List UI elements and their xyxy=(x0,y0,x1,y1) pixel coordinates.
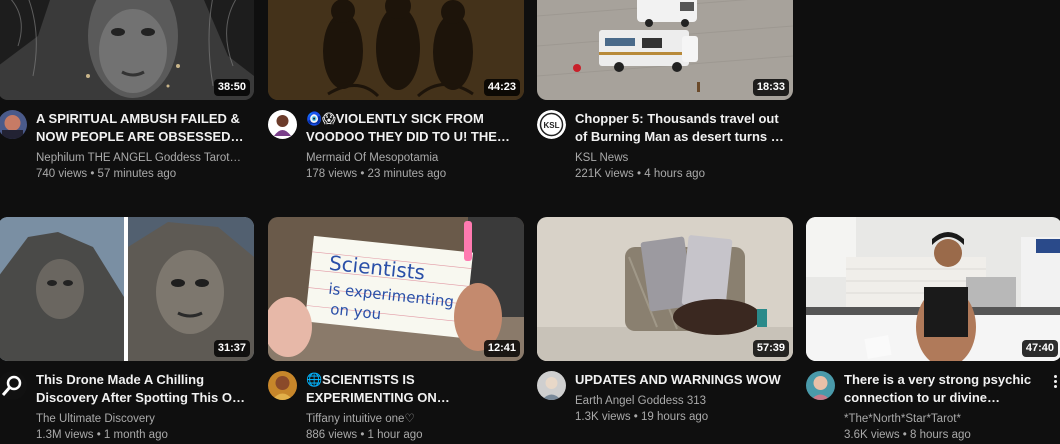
channel-name[interactable]: KSL News xyxy=(575,150,793,166)
channel-name[interactable]: Nephilum THE ANGEL Goddess Tarot… xyxy=(36,150,254,166)
video-stats: 221K views • 4 hours ago xyxy=(575,168,705,180)
video-card[interactable]: 31:37 This Drone Made A Chilling Discove… xyxy=(0,217,254,443)
video-card[interactable]: 18:33 KSL Chopper 5: Thousands travel ou… xyxy=(537,0,793,182)
channel-avatar[interactable] xyxy=(0,110,27,139)
video-title[interactable]: Chopper 5: Thousands travel out of Burni… xyxy=(575,110,793,146)
video-title[interactable]: 🌐SCIENTISTS IS EXPERIMENTING ON… xyxy=(306,371,524,407)
video-thumbnail[interactable]: 57:39 xyxy=(537,217,793,361)
channel-name[interactable]: The Ultimate Discovery xyxy=(36,411,254,427)
ksl-logo: KSL xyxy=(544,121,560,130)
video-thumbnail[interactable]: 31:37 xyxy=(0,217,254,361)
video-stats: 886 views • 1 hour ago xyxy=(306,429,423,441)
video-duration: 12:41 xyxy=(483,340,520,357)
video-title[interactable]: A SPIRITUAL AMBUSH FAILED & NOW PEOPLE A… xyxy=(36,110,254,146)
video-thumbnail[interactable]: Scientists is experimenting on you 12:41 xyxy=(268,217,524,361)
video-stats: 178 views • 23 minutes ago xyxy=(306,168,447,180)
video-stats: 3.6K views • 8 hours ago xyxy=(844,429,971,441)
video-stats: 740 views • 57 minutes ago xyxy=(36,168,177,180)
video-duration: 44:23 xyxy=(483,79,520,96)
video-thumbnail[interactable]: 44:23 xyxy=(268,0,524,100)
video-card[interactable]: 47:40 There is a very strong psychic con… xyxy=(806,217,1060,443)
video-stats: 1.3M views • 1 month ago xyxy=(36,429,168,441)
video-title[interactable]: 🧿😱VIOLENTLY SICK FROM VOODOO THEY DID TO… xyxy=(306,110,524,146)
channel-name[interactable]: Mermaid Of Mesopotamia xyxy=(306,150,524,166)
video-card[interactable]: 38:50 A SPIRITUAL AMBUSH FAILED & NOW PE… xyxy=(0,0,254,182)
video-duration: 31:37 xyxy=(213,340,250,357)
video-title[interactable]: UPDATES AND WARNINGS WOW xyxy=(575,371,793,389)
channel-avatar[interactable] xyxy=(268,371,297,400)
video-title[interactable]: This Drone Made A Chilling Discovery Aft… xyxy=(36,371,254,407)
thumbnail-image xyxy=(806,217,1060,361)
channel-avatar[interactable] xyxy=(268,110,297,139)
channel-avatar[interactable] xyxy=(537,371,566,400)
video-duration: 38:50 xyxy=(213,79,250,96)
video-thumbnail[interactable]: 38:50 xyxy=(0,0,254,100)
video-thumbnail[interactable]: 47:40 xyxy=(806,217,1060,361)
video-duration: 47:40 xyxy=(1021,340,1058,357)
channel-name[interactable]: *The*North*Star*Tarot* xyxy=(844,411,1054,427)
channel-avatar[interactable]: KSL xyxy=(537,110,566,139)
channel-name[interactable]: Earth Angel Goddess 313 xyxy=(575,393,793,409)
channel-name[interactable]: Tiffany intuitive one♡ xyxy=(306,411,524,427)
channel-avatar[interactable] xyxy=(806,371,835,400)
video-duration: 57:39 xyxy=(752,340,789,357)
video-card[interactable]: 57:39 UPDATES AND WARNINGS WOW Earth Ang… xyxy=(537,217,793,425)
video-duration: 18:33 xyxy=(752,79,789,96)
video-card[interactable]: Scientists is experimenting on you 12:41… xyxy=(268,217,524,443)
video-stats: 1.3K views • 19 hours ago xyxy=(575,411,709,423)
video-title[interactable]: There is a very strong psychic connectio… xyxy=(844,371,1054,407)
more-actions-icon[interactable] xyxy=(1050,371,1060,391)
channel-avatar[interactable] xyxy=(0,371,27,400)
video-card[interactable]: 44:23 🧿😱VIOLENTLY SICK FROM VOODOO THEY … xyxy=(268,0,524,182)
video-thumbnail[interactable]: 18:33 xyxy=(537,0,793,100)
